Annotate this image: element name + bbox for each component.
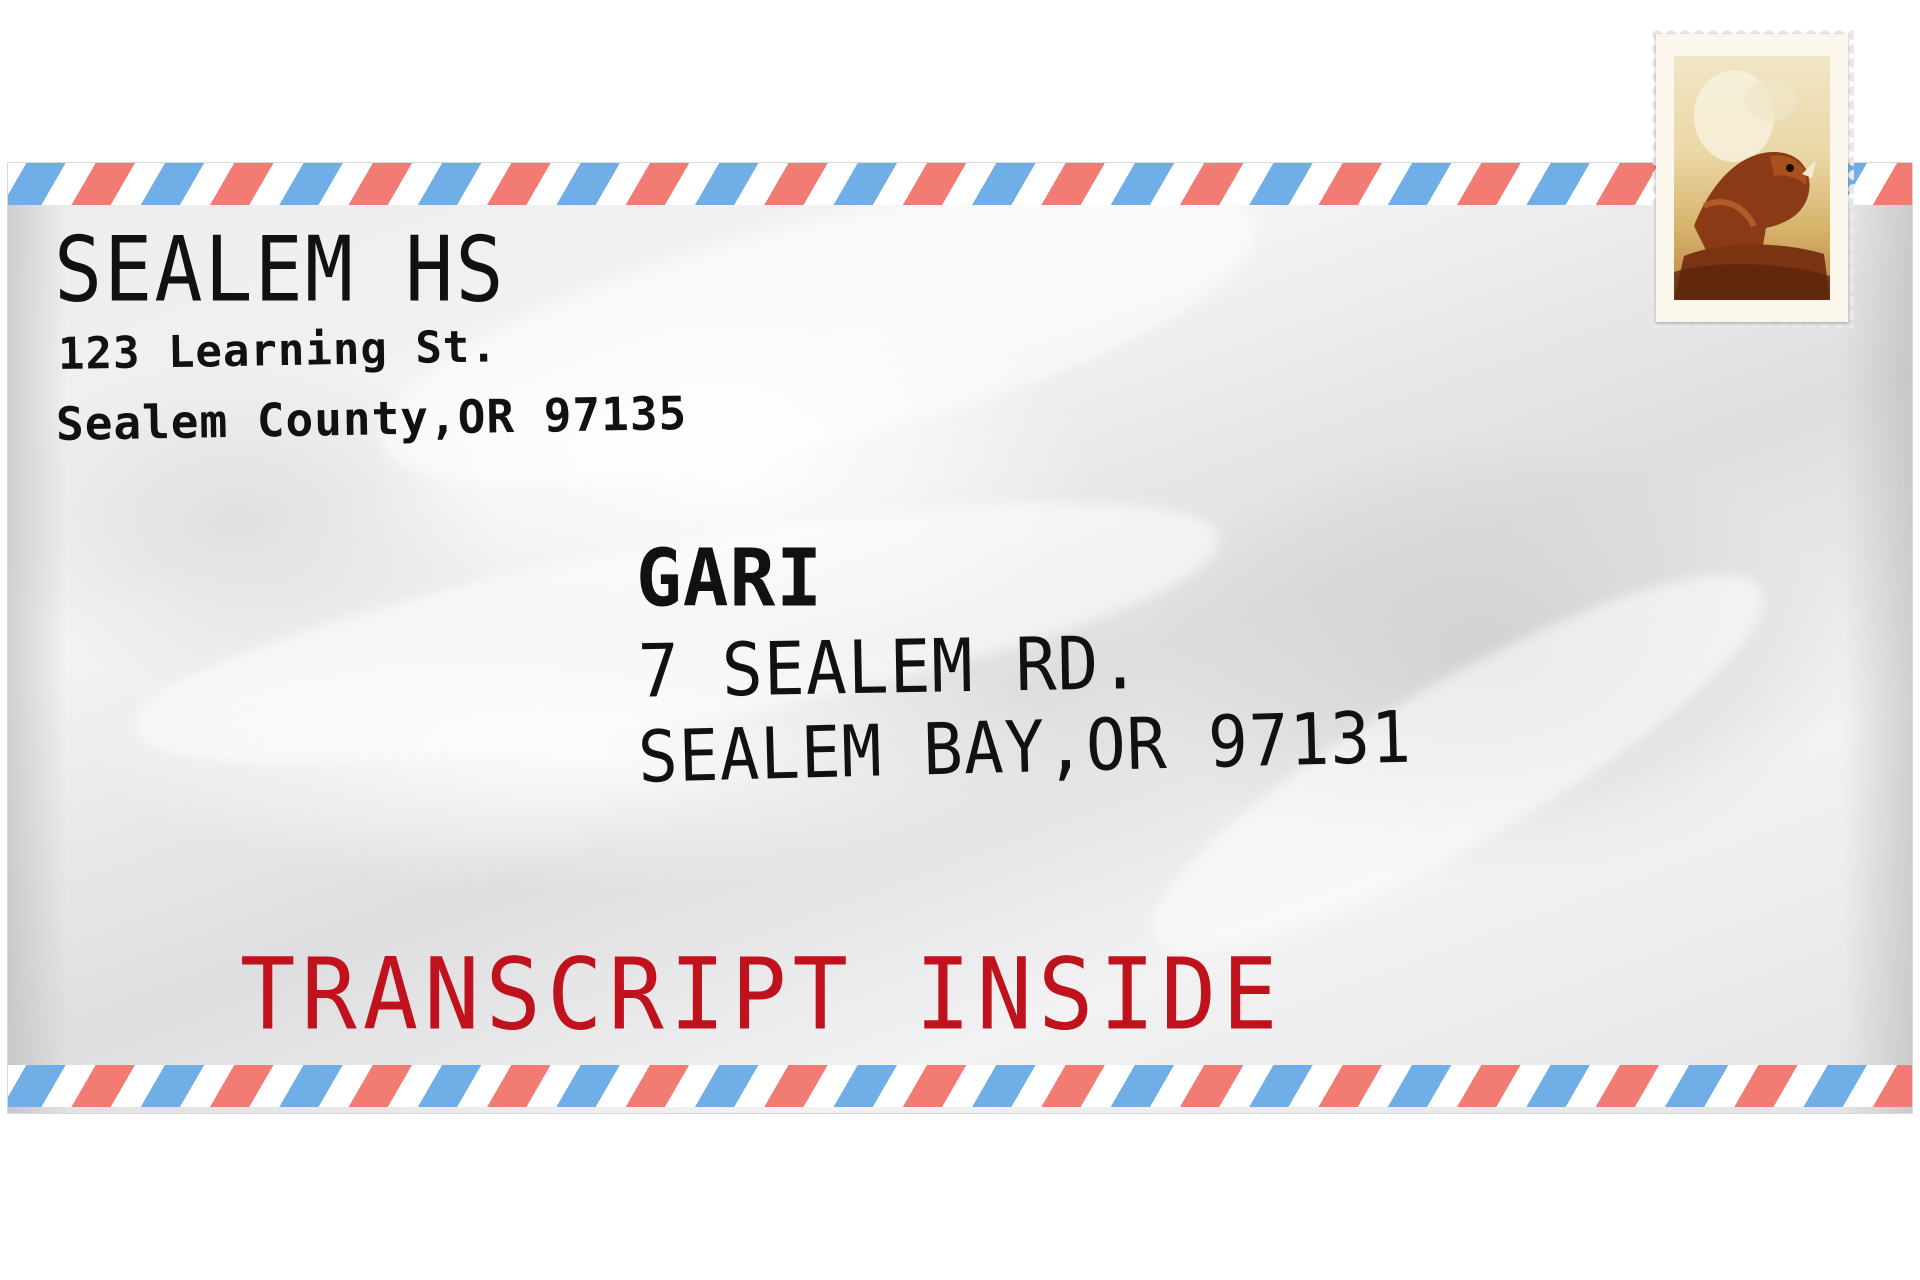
airmail-border-top [8,163,1912,205]
envelope[interactable]: SEALEM HS 123 Learning St. Sealem County… [8,163,1912,1113]
recipient-street: 7 SEALEM RD. [637,621,1142,716]
transcript-note: TRANSCRIPT INSIDE [240,936,1284,1053]
sender-name: SEALEM HS [54,217,506,322]
sender-city: Sealem County,OR 97135 [55,385,688,451]
airmail-border-bottom [8,1065,1912,1107]
beaver-stamp-icon [1674,56,1830,300]
recipient-name: GARI [636,530,824,625]
scene: SEALEM HS 123 Learning St. Sealem County… [0,0,1920,1280]
sender-street: 123 Learning St. [57,321,499,380]
